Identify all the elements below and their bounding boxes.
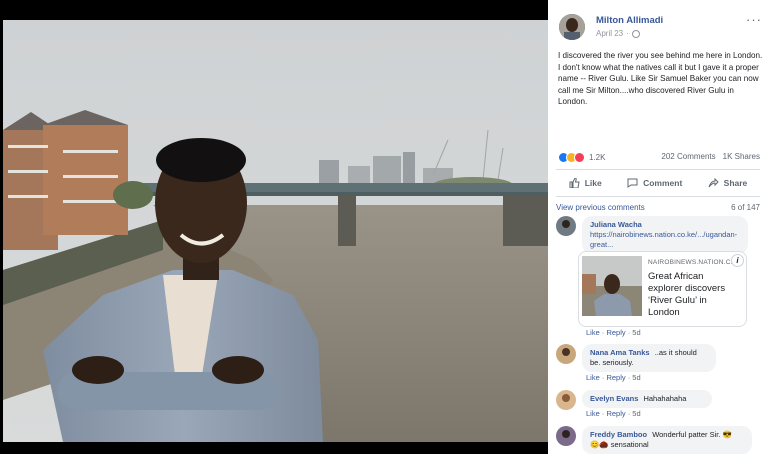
commenter-avatar[interactable]	[556, 344, 576, 364]
post-text: I discovered the river you see behind me…	[558, 51, 763, 106]
reaction-count: 1.2K	[589, 152, 606, 162]
author-name[interactable]: Milton Allimadi	[596, 15, 663, 26]
comment-reply-link[interactable]: Reply	[606, 409, 625, 418]
reactions-summary[interactable]: 1.2K	[558, 151, 605, 163]
commenter-avatar[interactable]	[556, 426, 576, 446]
thumbs-up-icon	[569, 178, 580, 188]
commenter-name[interactable]: Freddy Bamboo	[590, 430, 647, 439]
comment-meta: Like · Reply · 5d	[586, 373, 641, 382]
commenter-avatar[interactable]	[556, 390, 576, 410]
comment-bubble: Freddy Bamboo Wonderful patter Sir. 😎 😊🌰…	[582, 426, 752, 454]
comment-link[interactable]: https://nairobinews.nation.co.ke/.../uga…	[590, 230, 740, 250]
commenter-avatar[interactable]	[556, 216, 576, 236]
love-reaction-icon	[574, 151, 585, 163]
link-thumbnail	[582, 256, 642, 316]
comment-item: Freddy Bamboo Wonderful patter Sir. 😎 😊🌰…	[556, 426, 760, 454]
comment-item: Nana Ama Tanks ..as it should be. seriou…	[556, 344, 760, 374]
dot-separator: ·	[626, 29, 629, 38]
comment-icon	[627, 178, 638, 188]
commenter-name[interactable]: Juliana Wacha	[590, 220, 737, 230]
like-label: Like	[584, 178, 602, 188]
comment-bubble: Juliana Wacha https://nairobinews.nation…	[582, 216, 748, 254]
post-photo[interactable]	[3, 20, 548, 442]
post-date-text[interactable]: April 23	[596, 29, 623, 38]
comment-text: Wonderful patter Sir. 😎	[652, 430, 732, 439]
like-button[interactable]: Like	[569, 178, 602, 188]
view-previous-comments[interactable]: View previous comments	[556, 203, 645, 212]
comment-time[interactable]: 5d	[632, 328, 640, 337]
more-options-icon[interactable]: ···	[746, 12, 762, 27]
comments-count[interactable]: 202 Comments	[661, 152, 715, 161]
comment-reply-link[interactable]: Reply	[606, 328, 625, 337]
engagement-stats: 202 Comments 1K Shares	[661, 152, 760, 161]
info-icon[interactable]: i	[731, 254, 744, 267]
comment-text: Hahahahaha	[643, 394, 687, 403]
comments-page-count: 6 of 147	[731, 203, 760, 212]
comment-like-link[interactable]: Like	[586, 328, 600, 337]
shares-count[interactable]: 1K Shares	[723, 152, 760, 161]
post-details-panel: Milton Allimadi April 23 · ··· I discove…	[548, 0, 768, 454]
share-icon	[708, 178, 719, 188]
post-actions-bar: Like Comment Share	[556, 172, 760, 194]
comment-label: Comment	[643, 178, 683, 188]
share-button[interactable]: Share	[708, 178, 748, 188]
post-header: Milton Allimadi April 23 · ···	[556, 12, 762, 42]
comment-time[interactable]: 5d	[632, 409, 640, 418]
comment-bubble: Nana Ama Tanks ..as it should be. seriou…	[582, 344, 716, 372]
photo-viewer	[0, 0, 548, 454]
comment-text-line-2: 😊🌰 sensational	[590, 440, 649, 449]
commenter-name[interactable]: Nana Ama Tanks	[590, 348, 650, 357]
link-domain: NAIROBINEWS.NATION.C...	[648, 259, 737, 266]
divider	[556, 169, 760, 170]
globe-icon	[631, 29, 640, 38]
comment-time[interactable]: 5d	[632, 373, 640, 382]
river-photo-illustration	[3, 20, 548, 442]
commenter-name[interactable]: Evelyn Evans	[590, 394, 638, 403]
author-avatar[interactable]	[559, 14, 585, 40]
link-preview-card[interactable]: NAIROBINEWS.NATION.C... Great African ex…	[578, 251, 747, 327]
comment-item: Evelyn Evans Hahahahaha	[556, 390, 760, 410]
comment-like-link[interactable]: Like	[586, 373, 600, 382]
comment-bubble: Evelyn Evans Hahahahaha	[582, 390, 712, 408]
share-label: Share	[723, 178, 748, 188]
comment-meta: Like · Reply · 5d	[586, 328, 641, 337]
link-title[interactable]: Great African explorer discovers ‘River …	[648, 271, 740, 319]
divider	[556, 196, 760, 197]
comment-button[interactable]: Comment	[627, 178, 682, 188]
comment-meta: Like · Reply · 5d	[586, 409, 641, 418]
comment-like-link[interactable]: Like	[586, 409, 600, 418]
comment-reply-link[interactable]: Reply	[606, 373, 625, 382]
post-date: April 23 ·	[596, 29, 640, 38]
